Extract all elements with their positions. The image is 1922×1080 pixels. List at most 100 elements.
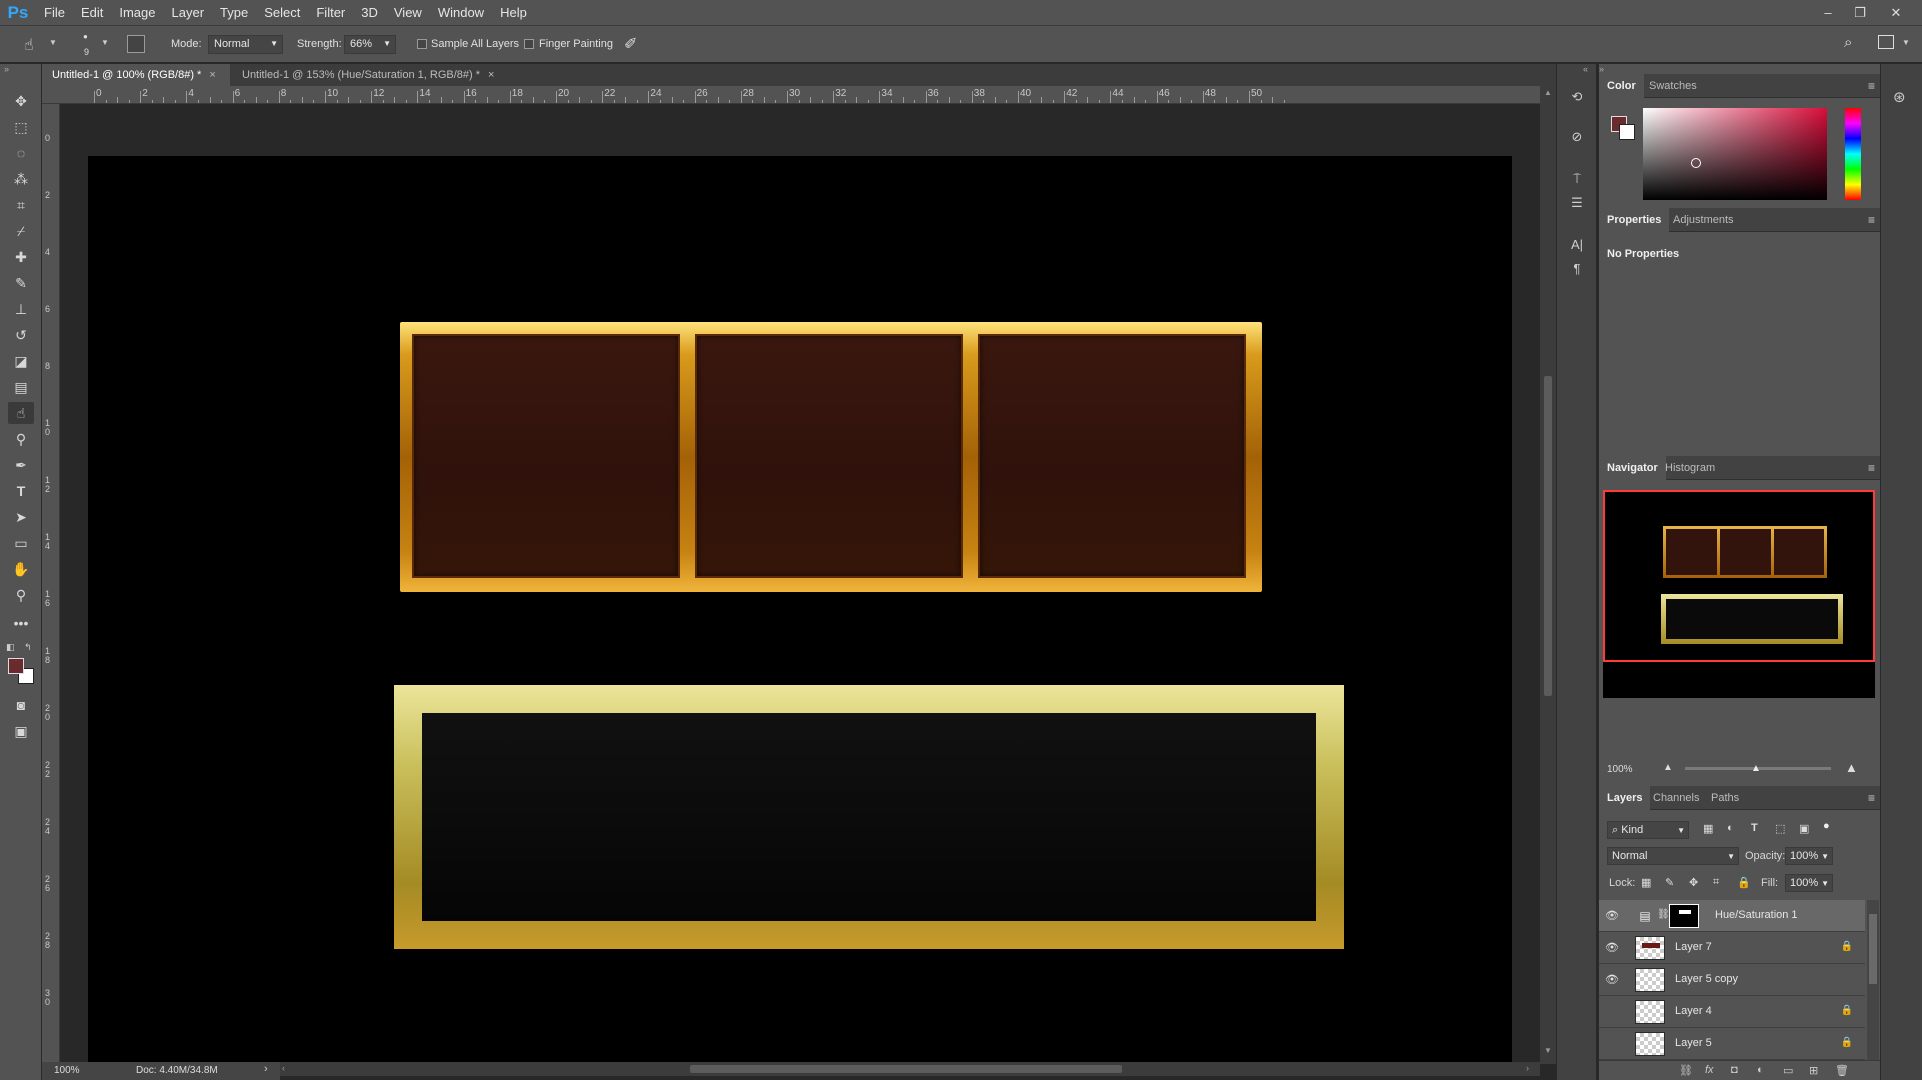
layer-name[interactable]: Layer 5 — [1675, 1037, 1712, 1049]
menu-image[interactable]: Image — [111, 0, 163, 25]
workspace-switcher-icon[interactable] — [1878, 35, 1894, 49]
lock-transparent-icon[interactable]: ▦ — [1641, 876, 1651, 889]
visibility-eye-icon[interactable]: 👁 — [1605, 909, 1619, 923]
collapse-toolbar-icon[interactable]: » — [4, 64, 9, 74]
chevron-down-icon[interactable]: ▼ — [49, 38, 57, 47]
close-window-button[interactable]: ✕ — [1882, 0, 1910, 25]
close-icon[interactable]: × — [488, 69, 494, 81]
navigator-zoom-value[interactable]: 100% — [1607, 764, 1633, 775]
tab-paths[interactable]: Paths — [1703, 786, 1747, 810]
character-panel-icon[interactable]: A| — [1565, 234, 1589, 256]
menu-file[interactable]: File — [36, 0, 73, 25]
layer-row-layer-7[interactable]: 👁 Layer 7 🔒 — [1599, 932, 1865, 964]
tab-navigator[interactable]: Navigator — [1599, 456, 1666, 480]
tab-histogram[interactable]: Histogram — [1657, 456, 1723, 480]
filter-toggle-icon[interactable]: ● — [1823, 820, 1830, 832]
foreground-color-swatch[interactable] — [8, 658, 24, 674]
collapse-icon[interactable]: « — [1583, 64, 1588, 74]
smudge-tool-preset-icon[interactable]: ☝ — [24, 35, 34, 55]
sample-all-layers-checkbox[interactable] — [417, 39, 427, 49]
lock-all-icon[interactable]: 🔒 — [1737, 876, 1751, 889]
search-icon[interactable]: ⌕ — [1844, 34, 1852, 51]
visibility-eye-icon[interactable]: 👁 — [1605, 941, 1619, 955]
shape-filter-icon[interactable]: ⬚ — [1775, 822, 1785, 835]
layer-thumbnail[interactable] — [1635, 968, 1665, 992]
marquee-tool-icon[interactable]: ⬚ — [8, 116, 34, 138]
zoom-out-icon[interactable]: ▲ — [1663, 762, 1673, 773]
lock-position-icon[interactable]: ✥ — [1689, 876, 1698, 889]
screen-mode-icon[interactable]: ▣ — [8, 720, 34, 742]
add-mask-icon[interactable]: ◘ — [1731, 1064, 1738, 1076]
clone-source-icon[interactable]: ⍑ — [1565, 168, 1589, 190]
trash-icon[interactable]: 🗑 — [1835, 1064, 1849, 1077]
layer-row-layer-5[interactable]: Layer 5 🔒 — [1599, 1028, 1865, 1060]
pixel-filter-icon[interactable]: ▦ — [1703, 822, 1713, 835]
menu-layer[interactable]: Layer — [164, 0, 213, 25]
panel-menu-icon[interactable]: ≡ — [1868, 79, 1875, 93]
visibility-toggle-empty[interactable] — [1605, 1037, 1619, 1051]
clone-stamp-tool-icon[interactable]: ⊥ — [8, 298, 34, 320]
layer-name[interactable]: Hue/Saturation 1 — [1715, 909, 1798, 921]
brush-tip-icon[interactable]: ● — [83, 32, 88, 41]
menu-edit[interactable]: Edit — [73, 0, 111, 25]
link-layers-icon[interactable]: ⛓ — [1679, 1064, 1693, 1077]
scroll-right-icon[interactable]: › — [1526, 1063, 1529, 1073]
layer-name[interactable]: Layer 5 copy — [1675, 973, 1738, 985]
brush-tool-icon[interactable]: ✎ — [8, 272, 34, 294]
lasso-tool-icon[interactable]: ◌ — [8, 142, 34, 164]
rectangle-tool-icon[interactable]: ▭ — [8, 532, 34, 554]
type-tool-icon[interactable]: T — [8, 480, 34, 502]
new-layer-icon[interactable]: ⊞ — [1809, 1064, 1818, 1077]
tab-properties[interactable]: Properties — [1599, 208, 1670, 232]
layer-row-hue-saturation-1[interactable]: 👁 ▤ ⛓ Hue/Saturation 1 — [1599, 900, 1865, 932]
scroll-down-icon[interactable]: ▼ — [1544, 1046, 1552, 1055]
status-menu-icon[interactable]: › — [264, 1063, 268, 1075]
panel-menu-icon[interactable]: ≡ — [1868, 791, 1875, 805]
new-group-icon[interactable]: ▭ — [1783, 1064, 1793, 1077]
finger-painting-checkbox[interactable] — [524, 39, 534, 49]
scroll-up-icon[interactable]: ▲ — [1544, 88, 1552, 97]
layers-scrollbar[interactable] — [1867, 900, 1879, 1080]
layer-thumbnail[interactable] — [1635, 1032, 1665, 1056]
lock-pixels-icon[interactable]: ✎ — [1665, 876, 1674, 889]
menu-type[interactable]: Type — [212, 0, 256, 25]
zoom-in-icon[interactable]: ▲ — [1845, 760, 1858, 775]
dodge-tool-icon[interactable]: ⚲ — [8, 428, 34, 450]
eyedropper-tool-icon[interactable]: ⌿ — [8, 220, 34, 242]
magic-wand-tool-icon[interactable]: ⁂ — [8, 168, 34, 190]
navigator-thumbnail[interactable] — [1603, 490, 1875, 698]
menu-select[interactable]: Select — [256, 0, 308, 25]
mode-select[interactable]: Normal ▼ — [208, 35, 283, 54]
layer-thumbnail[interactable] — [1635, 1000, 1665, 1024]
menu-filter[interactable]: Filter — [308, 0, 353, 25]
close-icon[interactable]: × — [209, 69, 215, 81]
paragraph-panel-icon[interactable]: ¶ — [1565, 258, 1589, 280]
tab-untitled-1-100[interactable]: Untitled-1 @ 100% (RGB/8#) * × — [42, 64, 230, 86]
finger-painting-label[interactable]: Finger Painting — [539, 38, 613, 50]
opacity-input[interactable]: 100% ▼ — [1785, 847, 1833, 865]
layer-mask-thumbnail[interactable] — [1669, 904, 1699, 928]
visibility-eye-icon[interactable]: 👁 — [1605, 973, 1619, 987]
history-brush-tool-icon[interactable]: ↺ — [8, 324, 34, 346]
adjustment-layer-icon[interactable]: ◐ — [1757, 1064, 1764, 1076]
vertical-scrollbar-thumb[interactable] — [1544, 376, 1552, 696]
tab-swatches[interactable]: Swatches — [1641, 74, 1705, 98]
quick-mask-icon[interactable]: ◙ — [8, 694, 34, 716]
brush-panel-toggle-icon[interactable] — [127, 35, 145, 53]
adjustment-filter-icon[interactable]: ◐ — [1727, 822, 1734, 834]
hue-slider[interactable] — [1845, 108, 1861, 200]
swap-colors-icon[interactable]: ↰ — [24, 642, 32, 653]
fill-input[interactable]: 100% ▼ — [1785, 874, 1833, 892]
zoom-slider-thumb[interactable]: ▲ — [1751, 763, 1761, 774]
scroll-left-icon[interactable]: ‹ — [282, 1063, 285, 1073]
layer-filter-kind-select[interactable]: ⌕ Kind ▼ — [1607, 821, 1689, 839]
layer-row-layer-5-copy[interactable]: 👁 Layer 5 copy — [1599, 964, 1865, 996]
path-selection-tool-icon[interactable]: ➤ — [8, 506, 34, 528]
layer-name[interactable]: Layer 4 — [1675, 1005, 1712, 1017]
blend-mode-select[interactable]: Normal ▼ — [1607, 847, 1739, 865]
horizontal-scrollbar-thumb[interactable] — [690, 1065, 1122, 1073]
minimize-button[interactable]: – — [1814, 0, 1842, 25]
horizontal-scrollbar[interactable]: ‹ › — [280, 1062, 1540, 1076]
pen-tool-icon[interactable]: ✒ — [8, 454, 34, 476]
chevron-down-icon[interactable]: ▼ — [101, 38, 109, 47]
